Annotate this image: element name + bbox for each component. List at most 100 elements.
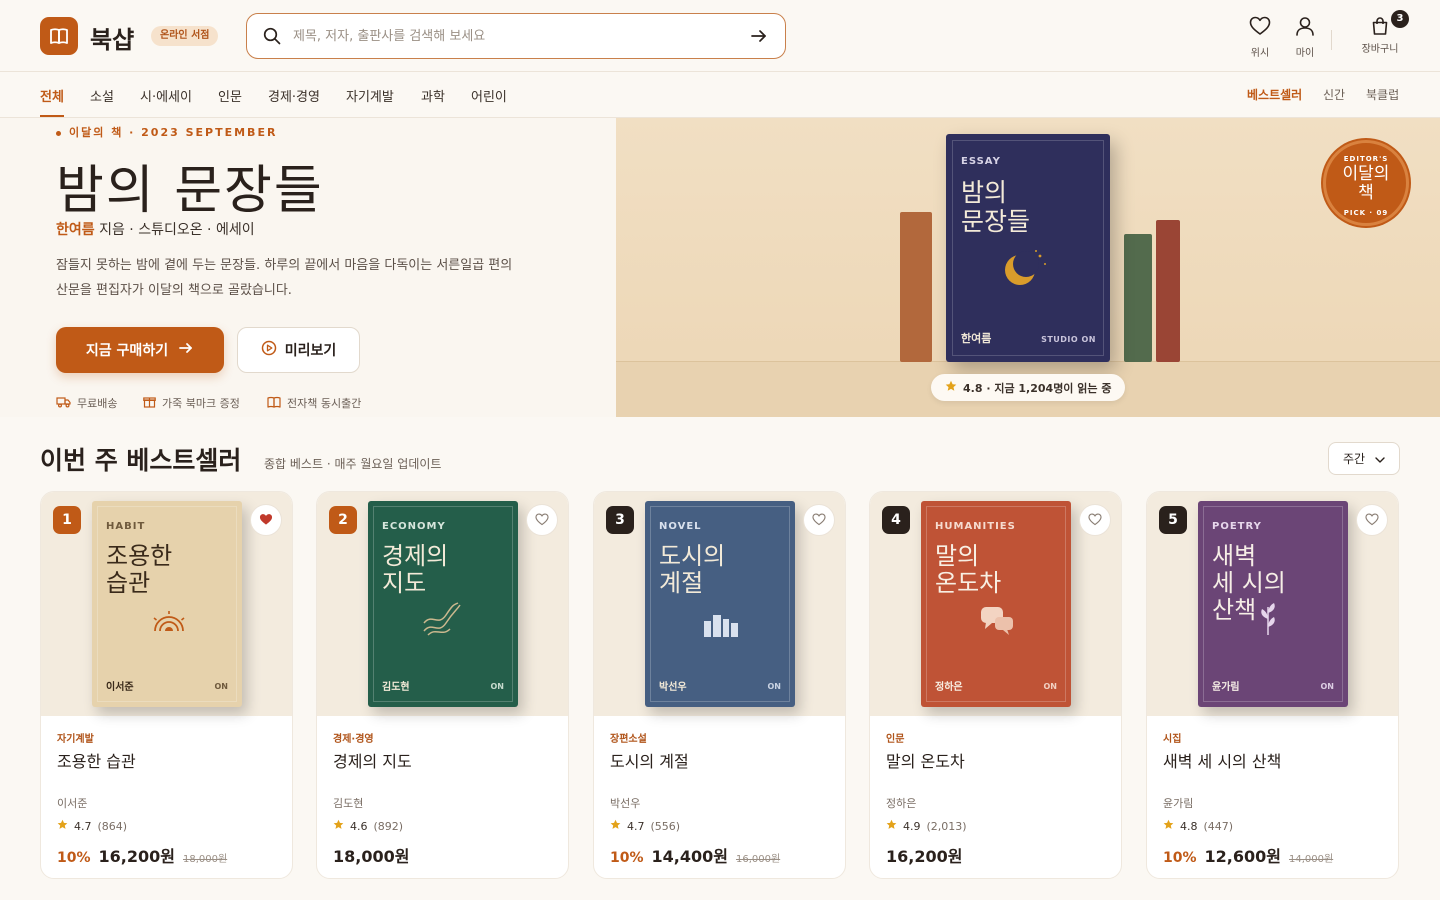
wishlist-toggle[interactable] xyxy=(1356,504,1388,536)
category-children[interactable]: 어린이 xyxy=(471,86,507,105)
book-price: 10% 12,600원 14,000원 xyxy=(1163,843,1333,867)
book-spine xyxy=(900,212,932,362)
stamp-bottom: PICK · 09 xyxy=(1343,209,1389,217)
book-cover[interactable]: POETRY 새벽 세 시의 산책 윤가림 ON xyxy=(1198,501,1348,707)
book-title[interactable]: 말의 온도차 xyxy=(886,748,965,772)
book-cover[interactable]: HABIT 조용한 습관 이서준 ON xyxy=(92,501,242,707)
category-all[interactable]: 전체 xyxy=(40,86,64,105)
category-science[interactable]: 과학 xyxy=(421,86,445,105)
city-buildings-icon xyxy=(701,609,741,643)
book-category: 시집 xyxy=(1163,734,1182,745)
wishlist-toggle[interactable] xyxy=(526,504,558,536)
book-price: 18,000원 xyxy=(333,843,409,867)
book-title[interactable]: 도시의 계절 xyxy=(610,748,689,772)
sale-price: 12,600원 xyxy=(1204,847,1281,866)
book-category: 경제·경영 xyxy=(333,734,374,745)
preview-button[interactable]: 미리보기 xyxy=(237,327,360,373)
book-category: 인문 xyxy=(886,734,905,745)
cover-title: 도시의 계절 xyxy=(659,543,725,597)
rating-value: 4.7 xyxy=(74,819,92,833)
my-page-button[interactable]: 마이 xyxy=(1285,16,1325,59)
arrow-right-icon xyxy=(178,340,194,360)
category-self-help[interactable]: 자기계발 xyxy=(346,86,394,105)
book-card[interactable]: HABIT 조용한 습관 이서준 ON 1 자기계발 조용한 습관 이서준 4.7 (864) 10%… xyxy=(40,491,293,879)
cover-frame xyxy=(926,506,1066,702)
brand-name[interactable]: 북샵 xyxy=(90,20,134,55)
cover-publisher-mark: ON xyxy=(1320,682,1335,691)
featured-book-author: 한여름 xyxy=(961,332,992,345)
moon-stars-icon xyxy=(1002,248,1050,292)
gift-icon xyxy=(143,395,156,411)
rank-badge: 4 xyxy=(882,506,910,534)
book-cover[interactable]: ECONOMY 경제의 지도 김도현 ON xyxy=(368,501,518,707)
review-count: (556) xyxy=(650,819,681,833)
heart-icon xyxy=(1088,511,1102,530)
book-author[interactable]: 김도현 xyxy=(333,795,363,811)
hero-showcase: ESSAY 밤의 문장들 한여름 STUDIO ON 4.8 · 지금 1,204… xyxy=(616,118,1440,417)
perk-ebook: 전자책 동시출간 xyxy=(267,395,361,411)
nav-new-releases[interactable]: 신간 xyxy=(1323,86,1345,103)
category-poetry-essay[interactable]: 시·에세이 xyxy=(140,86,192,105)
rating-value: 4.9 xyxy=(903,819,921,833)
open-book-icon xyxy=(267,396,281,411)
book-author[interactable]: 정하은 xyxy=(886,795,916,811)
original-price: 16,000원 xyxy=(735,854,781,865)
cover-genre: POETRY xyxy=(1212,521,1262,532)
category-humanities[interactable]: 인문 xyxy=(218,86,242,105)
search-submit-arrow-icon[interactable] xyxy=(749,26,769,50)
book-title[interactable]: 조용한 습관 xyxy=(57,748,136,772)
discount-rate: 10% xyxy=(610,850,644,866)
featured-book-title-line2: 문장들 xyxy=(961,207,1031,236)
wishlist-button[interactable]: 위시 xyxy=(1240,16,1280,59)
wishlist-toggle[interactable] xyxy=(1079,504,1111,536)
buy-now-button[interactable]: 지금 구매하기 xyxy=(56,327,224,373)
wishlist-toggle[interactable] xyxy=(250,504,282,536)
category-nav: 전체 소설 시·에세이 인문 경제·경영 자기계발 과학 어린이 베스트셀러 신… xyxy=(0,72,1440,118)
logo-book-icon[interactable] xyxy=(40,17,78,55)
nav-bookclub[interactable]: 북클럽 xyxy=(1366,86,1399,103)
hero-kicker: 이달의 책 · 2023 SEPTEMBER xyxy=(56,124,277,140)
book-author[interactable]: 박선우 xyxy=(610,795,640,811)
period-select[interactable]: 주간 xyxy=(1328,442,1400,475)
book-author[interactable]: 이서준 xyxy=(57,795,87,811)
book-rating: 4.8 (447) xyxy=(1163,819,1233,833)
cover-author: 정하은 xyxy=(935,682,963,693)
book-card[interactable]: ECONOMY 경제의 지도 김도현 ON 2 경제·경영 경제의 지도 김도현 4.6 (892)… xyxy=(316,491,569,879)
category-novel[interactable]: 소설 xyxy=(90,86,114,105)
book-cover[interactable]: NOVEL 도시의 계절 박선우 ON xyxy=(645,501,795,707)
shopping-bag-icon: 3 xyxy=(1370,10,1409,36)
cover-genre: HABIT xyxy=(106,521,146,532)
book-category: 자기계발 xyxy=(57,734,94,745)
book-title[interactable]: 새벽 세 시의 산책 xyxy=(1163,748,1281,772)
bestseller-subtitle: 종합 베스트 · 매주 월요일 업데이트 xyxy=(264,457,442,471)
book-card[interactable]: NOVEL 도시의 계절 박선우 ON 3 장편소설 도시의 계절 박선우 4.7 (556) 10%… xyxy=(593,491,846,879)
book-card[interactable]: HUMANITIES 말의 온도차 정하은 ON 4 인문 말의 온도차 정하은 4.9 (2,01… xyxy=(869,491,1122,879)
hero-byline-rest: 지음 · 스튜디오온 · 에세이 xyxy=(94,222,255,238)
sunrise-icon xyxy=(149,609,189,643)
book-card[interactable]: POETRY 새벽 세 시의 산책 윤가림 ON 5 시집 새벽 세 시의 산책 윤가림 4.8 (4… xyxy=(1146,491,1399,879)
brand-badge: 온라인 서점 xyxy=(151,26,219,46)
book-price: 10% 14,400원 16,000원 xyxy=(610,843,780,867)
cover-publisher-mark: ON xyxy=(214,682,229,691)
nav-bestseller[interactable]: 베스트셀러 xyxy=(1247,86,1302,103)
category-economy[interactable]: 경제·경영 xyxy=(268,86,320,105)
book-author[interactable]: 윤가림 xyxy=(1163,795,1193,811)
book-cover[interactable]: HUMANITIES 말의 온도차 정하은 ON xyxy=(921,501,1071,707)
hero-author[interactable]: 한여름 xyxy=(56,222,95,238)
search-input[interactable] xyxy=(293,24,733,48)
featured-book-genre: ESSAY xyxy=(961,156,1001,167)
featured-book-title: 밤의 문장들 xyxy=(961,178,1030,236)
cart-button[interactable]: 3 장바구니 xyxy=(1360,10,1409,55)
review-count: (2,013) xyxy=(926,819,967,833)
featured-book-cover[interactable]: ESSAY 밤의 문장들 한여름 STUDIO ON xyxy=(946,134,1110,362)
book-price: 16,200원 xyxy=(886,843,962,867)
review-count: (892) xyxy=(373,819,404,833)
cart-label: 장바구니 xyxy=(1361,44,1399,55)
cover-title-line2: 계절 xyxy=(659,569,704,597)
heart-icon xyxy=(1365,511,1379,530)
book-title[interactable]: 경제의 지도 xyxy=(333,748,412,772)
user-icon xyxy=(1295,16,1315,40)
wishlist-toggle[interactable] xyxy=(803,504,835,536)
play-circle-icon xyxy=(261,340,277,360)
cover-author: 윤가림 xyxy=(1212,682,1240,693)
